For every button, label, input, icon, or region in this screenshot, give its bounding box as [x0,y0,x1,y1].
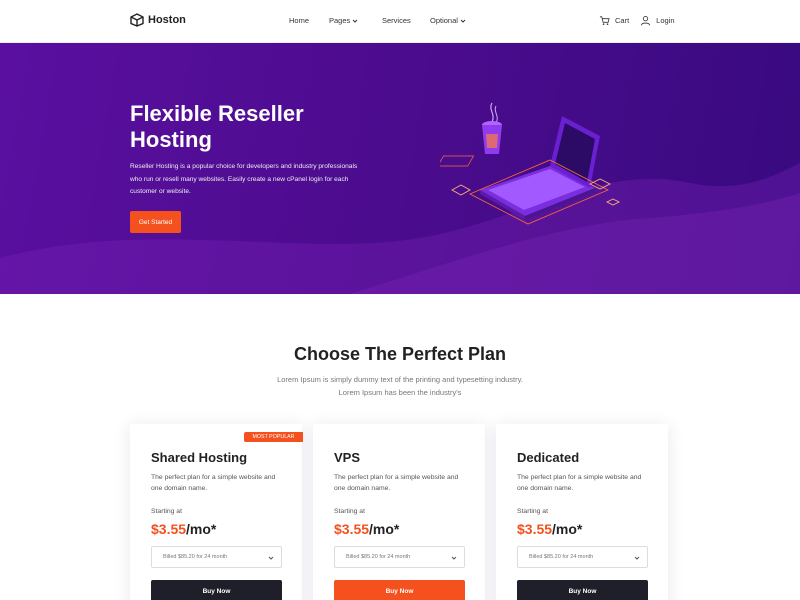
plan-card-shared-hosting: MOST POPULAR Shared Hosting The perfect … [130,424,303,600]
plan-name: Dedicated [517,450,580,465]
hero-wave-decoration [0,163,800,294]
chevron-down-icon [352,19,358,23]
plan-description: The perfect plan for a simple website an… [517,474,642,492]
get-started-button[interactable]: Get Started [130,211,181,233]
most-popular-badge: MOST POPULAR [244,432,303,442]
plan-card-vps: VPS The perfect plan for a simple websit… [313,424,485,600]
chevron-down-icon [460,19,466,23]
plans-title: Choose The Perfect Plan [293,344,507,364]
price-period: /mo* [369,521,400,537]
plan-starting-label: Starting at [517,508,548,515]
nav-item-label: Home [289,16,310,25]
user-icon[interactable] [640,15,651,26]
buy-now-button[interactable]: Buy Now [151,580,282,600]
cart-link[interactable]: Cart [615,16,629,25]
nav-item-optional[interactable]: Optional [430,16,466,25]
price-period: /mo* [552,521,583,537]
nav-item-home[interactable]: Home [289,16,309,25]
plan-starting-label: Starting at [151,508,182,515]
plan-name: VPS [334,450,361,465]
billing-select[interactable]: Billed $85.20 for 24 month [517,546,648,568]
hero-section: Flexible Reseller Hosting Reseller Hosti… [0,43,800,294]
chevron-down-icon [634,556,640,560]
main-nav: Home Pages Services Optional [0,16,800,28]
header-actions: Cart Login [599,15,675,26]
billing-select-value: Billed $85.20 for 24 month [163,554,228,560]
plan-description: The perfect plan for a simple website an… [151,474,276,492]
site-header: Hoston Home Pages Services Optional Cart… [0,0,800,43]
plan-card-dedicated: Dedicated The perfect plan for a simple … [496,424,668,600]
price-amount: $3.55 [517,521,553,537]
billing-select-value: Billed $85.20 for 24 month [346,554,411,560]
nav-item-label: Optional [430,16,458,25]
nav-item-services[interactable]: Services [382,16,411,25]
billing-select[interactable]: Billed $85.20 for 24 month [334,546,465,568]
chevron-down-icon [268,556,274,560]
hero-title: Flexible Reseller Hosting [130,101,304,152]
nav-item-label: Services [382,16,411,25]
buy-now-button[interactable]: Buy Now [517,580,648,600]
price-period: /mo* [186,521,217,537]
nav-item-label: Pages [329,16,351,25]
price-amount: $3.55 [151,521,187,537]
plan-starting-label: Starting at [334,508,365,515]
login-link[interactable]: Login [656,16,674,25]
plan-price: $3.55/mo* [334,521,399,537]
plan-description: The perfect plan for a simple website an… [334,474,459,492]
billing-select-value: Billed $85.20 for 24 month [529,554,594,560]
price-amount: $3.55 [334,521,370,537]
hero-description: Reseller Hosting is a popular choice for… [130,163,358,195]
plan-price: $3.55/mo* [517,521,582,537]
plans-subtitle: Lorem Ipsum is simply dummy text of the … [277,375,523,397]
cart-icon[interactable] [599,15,610,26]
billing-select[interactable]: Billed $85.20 for 24 month [151,546,282,568]
nav-item-pages[interactable]: Pages [329,16,358,25]
plan-price: $3.55/mo* [151,521,216,537]
chevron-down-icon [451,556,457,560]
plan-name: Shared Hosting [151,450,248,465]
laptop-illustration [440,102,621,225]
buy-now-button[interactable]: Buy Now [334,580,465,600]
